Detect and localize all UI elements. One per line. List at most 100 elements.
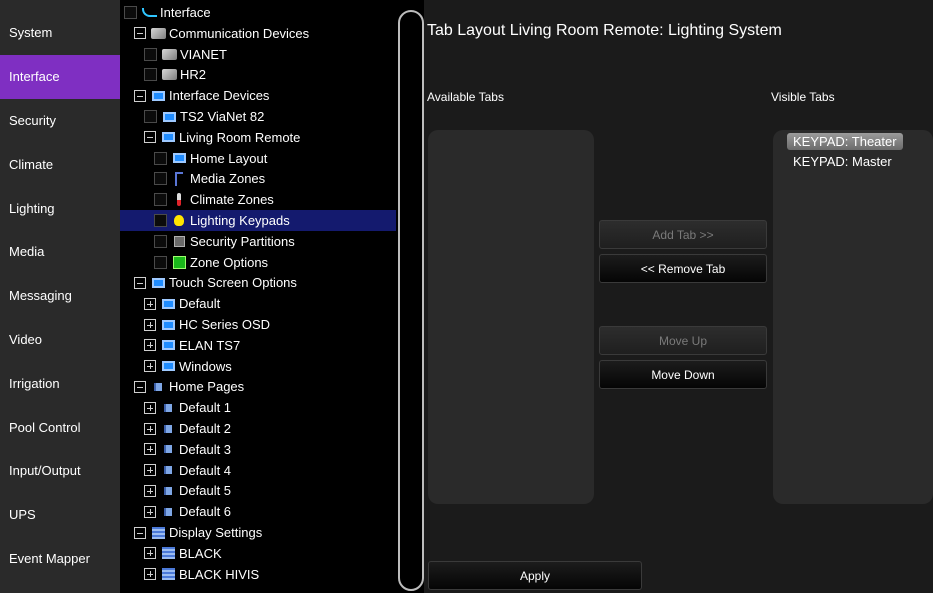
expand-icon[interactable]: [144, 297, 156, 310]
move-up-button[interactable]: Move Up: [599, 326, 767, 355]
tree-item[interactable]: Security Partitions: [120, 231, 396, 252]
visible-tab-item[interactable]: KEYPAD: Theater: [787, 133, 903, 150]
remove-tab-button[interactable]: << Remove Tab: [599, 254, 767, 283]
expand-icon[interactable]: [144, 443, 156, 456]
tree-item[interactable]: Media Zones: [120, 168, 396, 189]
tree-checkbox[interactable]: [154, 255, 167, 269]
tree-item[interactable]: ELAN TS7: [120, 335, 396, 356]
tree-item[interactable]: TS2 ViaNet 82: [120, 106, 396, 127]
tree-item[interactable]: Interface Devices: [120, 85, 396, 106]
tree-checkbox[interactable]: [154, 193, 167, 207]
available-tabs-list[interactable]: [428, 130, 594, 504]
tree-item-label: Interface Devices: [169, 88, 270, 104]
tree-item[interactable]: Zone Options: [120, 252, 396, 273]
tree-item-label: BLACK: [179, 545, 222, 561]
tree-checkbox[interactable]: [144, 68, 157, 82]
apply-button[interactable]: Apply: [428, 561, 642, 590]
tree-item-label: Lighting Keypads: [190, 213, 290, 228]
sidebar-item-irrigation[interactable]: Irrigation: [0, 361, 120, 405]
sidebar-item-pool-control[interactable]: Pool Control: [0, 405, 120, 449]
tree-item[interactable]: Default 5: [120, 480, 396, 501]
visible-tab-item[interactable]: KEYPAD: Master: [787, 153, 898, 170]
sidebar-item-security[interactable]: Security: [0, 99, 120, 143]
visible-tabs-list[interactable]: KEYPAD: Theater KEYPAD: Master: [773, 130, 933, 504]
sidebar-item-messaging[interactable]: Messaging: [0, 274, 120, 318]
expand-icon[interactable]: [144, 547, 156, 560]
collapse-icon[interactable]: [144, 131, 156, 144]
expand-icon[interactable]: [144, 505, 156, 518]
device-icon: [150, 26, 166, 40]
tree-checkbox[interactable]: [154, 214, 167, 227]
tree-item[interactable]: Interface: [120, 2, 396, 23]
tree-item-label: Touch Screen Options: [169, 275, 297, 291]
collapse-icon[interactable]: [134, 526, 146, 539]
expand-icon[interactable]: [144, 339, 156, 352]
tree-item[interactable]: Communication Devices: [120, 23, 396, 44]
expand-icon[interactable]: [144, 484, 156, 497]
tree-checkbox[interactable]: [144, 110, 157, 123]
available-tabs-label: Available Tabs: [427, 90, 504, 104]
tree-item-label: HC Series OSD: [179, 317, 271, 332]
expand-icon[interactable]: [144, 318, 156, 331]
sidebar-item-climate[interactable]: Climate: [0, 142, 120, 186]
collapse-icon[interactable]: [134, 27, 146, 40]
tree-checkbox[interactable]: [124, 6, 137, 19]
tree-item[interactable]: HR2: [120, 64, 396, 85]
tree-checkbox[interactable]: [154, 151, 167, 165]
tree-item-label: Windows: [179, 358, 232, 374]
tree-item[interactable]: Climate Zones: [120, 189, 396, 210]
tree-item[interactable]: Default 3: [120, 439, 396, 460]
sidebar-item-input-output[interactable]: Input/Output: [0, 449, 120, 493]
tree-item[interactable]: BLACK: [120, 543, 396, 564]
tree-checkbox[interactable]: [154, 234, 167, 248]
add-tab-button[interactable]: Add Tab >>: [599, 220, 767, 249]
sidebar-item-video[interactable]: Video: [0, 318, 120, 362]
tree-item-label: Communication Devices: [169, 25, 310, 41]
sidebar-item-ups[interactable]: UPS: [0, 493, 120, 537]
tree-item-label: HR2: [180, 67, 207, 83]
sidebar-item-event-mapper[interactable]: Event Mapper: [0, 537, 120, 581]
sidebar-item-media[interactable]: Media: [0, 230, 120, 274]
tree-checkbox[interactable]: [154, 172, 167, 186]
tab-layout-panel: Tab Layout Living Room Remote: Lighting …: [424, 0, 933, 593]
expand-icon[interactable]: [144, 422, 156, 435]
tree-item[interactable]: HC Series OSD: [120, 314, 396, 335]
screen-icon: [160, 338, 176, 352]
tree-item[interactable]: Home Pages: [120, 376, 396, 397]
expand-icon[interactable]: [144, 568, 156, 581]
screen-icon: [150, 276, 166, 290]
page-icon: [160, 442, 176, 456]
tree-item-label: Climate Zones: [190, 192, 274, 208]
sidebar-item-system[interactable]: System: [0, 11, 120, 55]
expand-icon[interactable]: [144, 360, 156, 373]
tree-item[interactable]: Display Settings: [120, 522, 396, 543]
tree-item[interactable]: Default 6: [120, 501, 396, 522]
expand-icon[interactable]: [144, 464, 156, 477]
tree-item[interactable]: Default 2: [120, 418, 396, 439]
tree-item-label: Security Partitions: [190, 233, 295, 249]
collapse-icon[interactable]: [134, 89, 146, 102]
collapse-icon[interactable]: [134, 380, 146, 393]
tree-item[interactable]: Windows: [120, 356, 396, 377]
tree-item[interactable]: Default 4: [120, 460, 396, 481]
move-down-button[interactable]: Move Down: [599, 360, 767, 389]
tree-item[interactable]: Home Layout: [120, 148, 396, 169]
tree-checkbox[interactable]: [144, 47, 157, 61]
tree-item[interactable]: Default: [120, 293, 396, 314]
tree-item[interactable]: Touch Screen Options: [120, 272, 396, 293]
sidebar-item-lighting[interactable]: Lighting: [0, 186, 120, 230]
page-icon: [160, 484, 176, 498]
tree-item[interactable]: VIANET: [120, 44, 396, 65]
screen-icon: [160, 297, 176, 311]
collapse-icon[interactable]: [134, 276, 146, 289]
tree-item[interactable]: Default 1: [120, 397, 396, 418]
tree-item-label: Home Layout: [190, 150, 268, 166]
tree-scrollbar[interactable]: [398, 10, 424, 591]
expand-icon[interactable]: [144, 401, 156, 414]
sidebar-item-interface[interactable]: Interface: [0, 54, 120, 99]
tree-item[interactable]: Living Room Remote: [120, 127, 396, 148]
visible-tabs-label: Visible Tabs: [771, 90, 835, 104]
tree-item[interactable]: Lighting Keypads: [120, 210, 396, 231]
page-icon: [160, 422, 176, 436]
tree-item[interactable]: BLACK HIVIS: [120, 564, 396, 585]
